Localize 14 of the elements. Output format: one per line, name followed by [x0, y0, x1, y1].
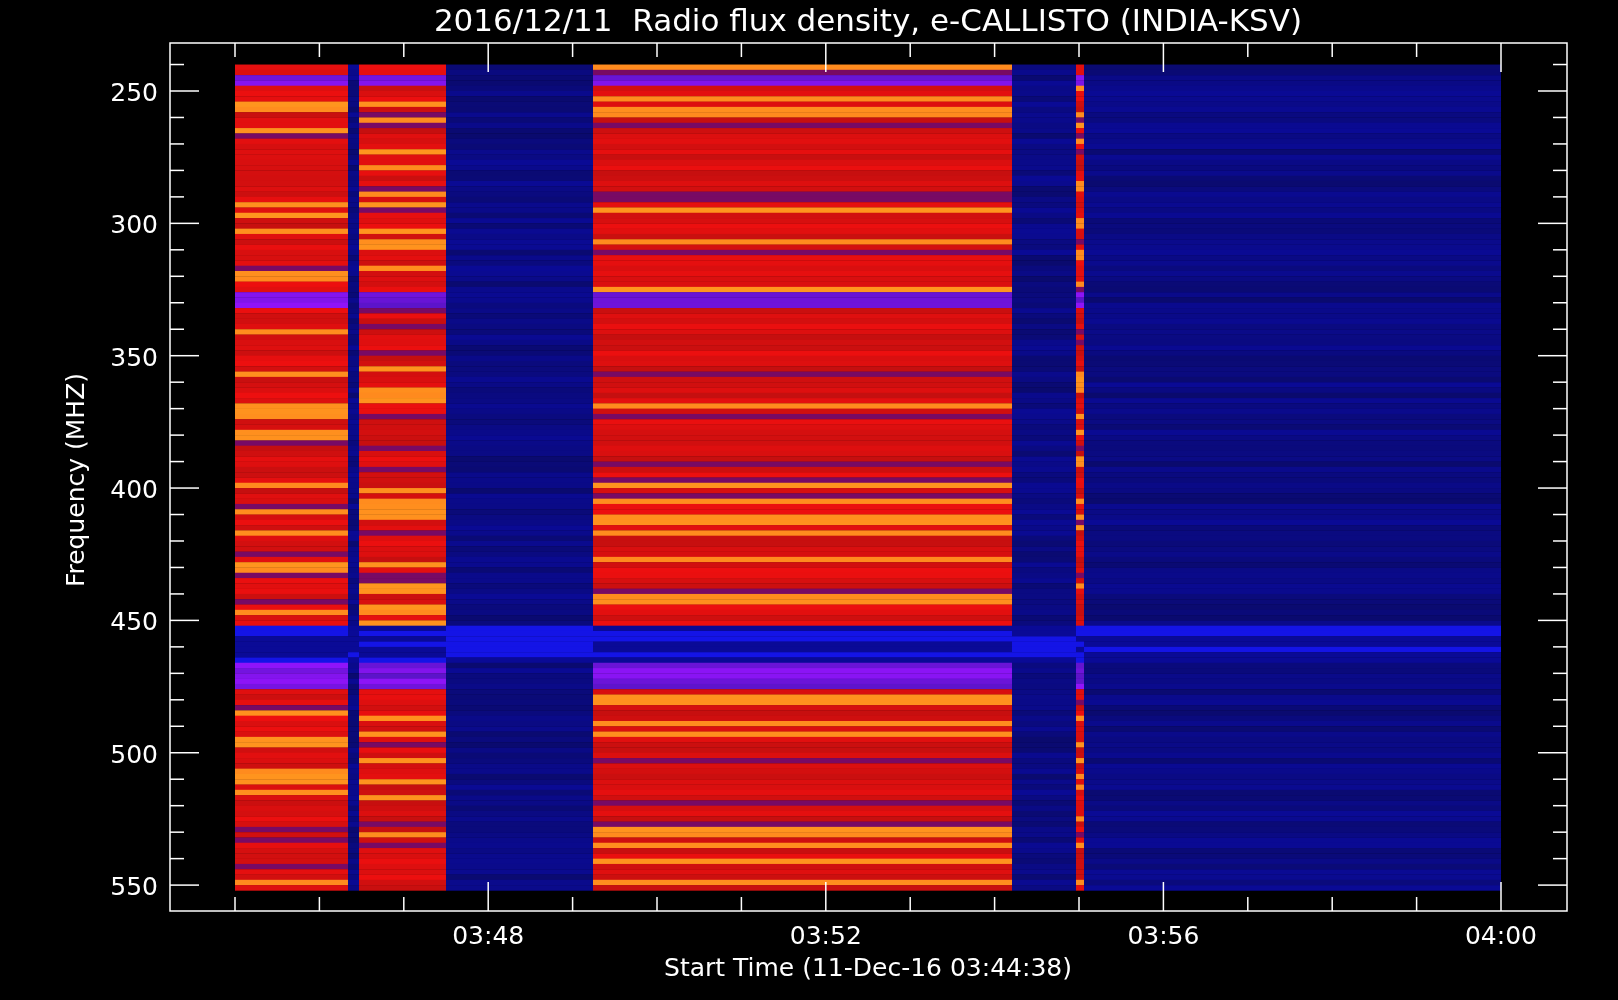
- y-tick-label: 550: [110, 872, 158, 902]
- y-tick-label: 500: [110, 739, 158, 769]
- x-tick-label: 03:56: [1127, 921, 1200, 950]
- x-tick-label: 03:52: [789, 921, 862, 950]
- y-tick-label: 350: [110, 342, 158, 372]
- y-tick-label: 250: [110, 78, 158, 107]
- y-tick-label: 300: [110, 210, 158, 240]
- chart-title: 2016/12/11 Radio flux density, e-CALLISTO (INDIA-KSV): [433, 2, 1303, 38]
- y-tick-label: 400: [110, 475, 158, 505]
- x-tick-label: 04:00: [1465, 921, 1537, 950]
- y-tick-label: 450: [110, 607, 158, 637]
- y-axis-label: Frequency (MHZ): [61, 372, 90, 588]
- x-tick-label: 03:48: [452, 921, 525, 950]
- x-axis-label: Start Time (11-Dec-16 03:44:38): [664, 953, 1072, 982]
